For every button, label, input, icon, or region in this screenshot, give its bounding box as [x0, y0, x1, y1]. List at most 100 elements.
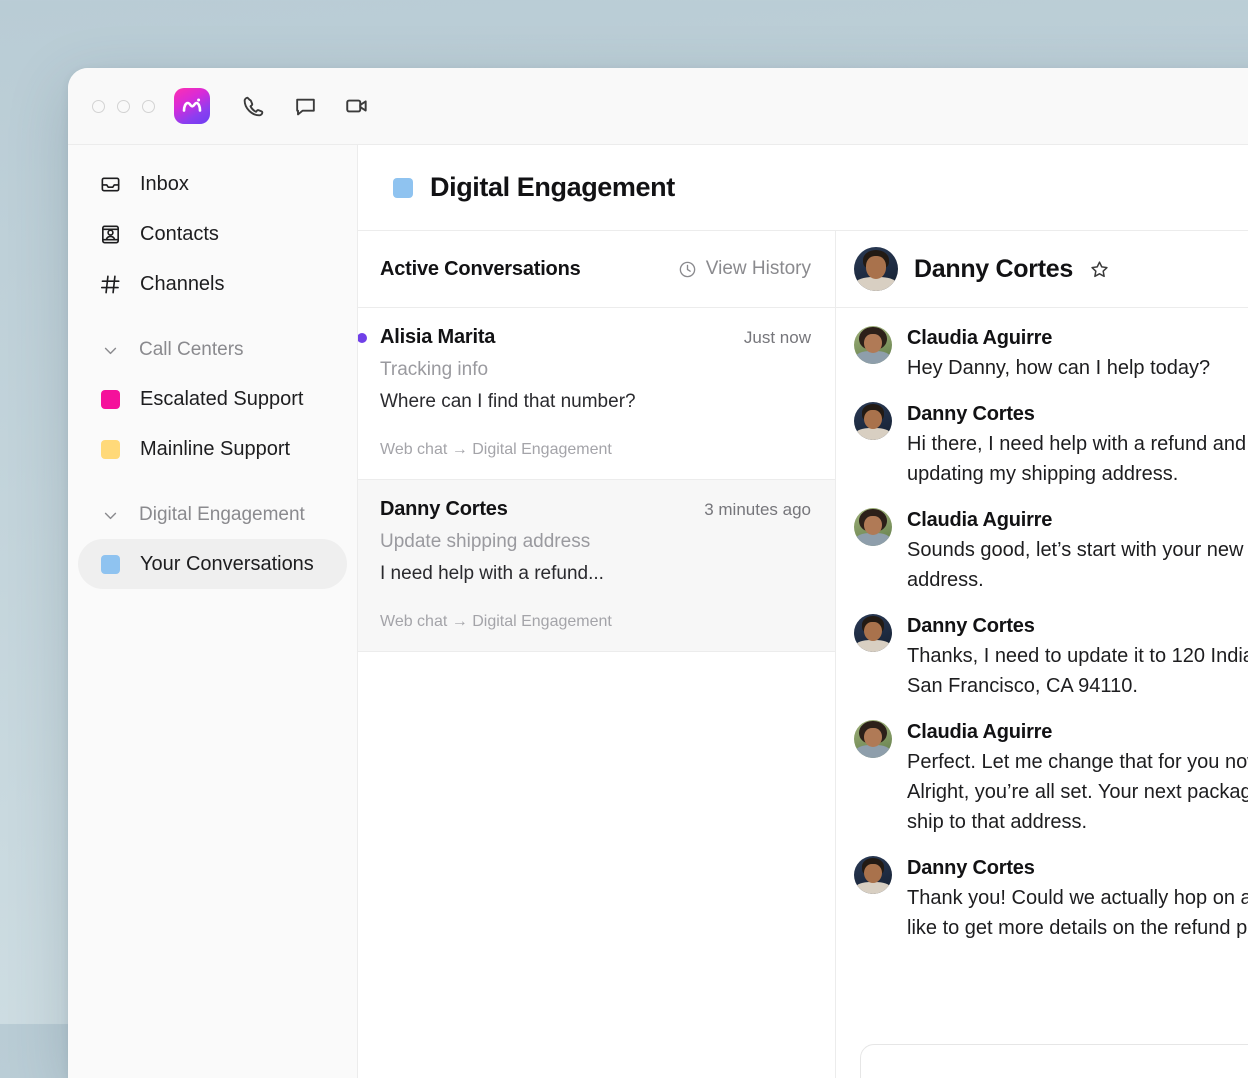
conversation-time: Just now: [743, 327, 811, 347]
messages-list: Claudia Aguirre Hey Danny, how can I hel…: [836, 308, 1248, 1044]
message-sender: Danny Cortes: [907, 615, 1035, 637]
page-color-swatch-icon: [393, 177, 413, 198]
conversations-header: Active Conversations View History: [358, 231, 835, 308]
window-controls: [92, 99, 155, 113]
hash-icon: [98, 272, 123, 297]
message-item: Claudia Aguirre Sounds good, let’s start…: [854, 508, 1248, 595]
conversation-name: Alisia Marita: [358, 326, 495, 349]
sidebar-group-label: Call Centers: [139, 339, 244, 360]
sidebar-item-label: Escalated Support: [140, 387, 304, 410]
conversation-subject: Update shipping address: [380, 531, 591, 552]
route-target: Digital Engagement: [472, 441, 612, 458]
chevron-down-icon: [98, 503, 123, 528]
conversations-list[interactable]: Alisia Marita Just now Tracking info Whe…: [358, 308, 835, 1078]
message-input[interactable]: [860, 1044, 1248, 1078]
video-icon[interactable]: [338, 87, 376, 125]
message-sender: Danny Cortes: [907, 403, 1035, 425]
message-item: Claudia Aguirre Hey Danny, how can I hel…: [854, 326, 1248, 383]
conversations-pane: Active Conversations View History Alisia…: [358, 231, 836, 1078]
panes: Active Conversations View History Alisia…: [358, 231, 1248, 1078]
sidebar-item-your-conversations[interactable]: Your Conversations: [78, 539, 347, 589]
color-swatch-icon: [98, 387, 123, 412]
page-header: Digital Engagement: [358, 145, 1248, 231]
conversation-row-top: Alisia Marita Just now: [358, 326, 811, 349]
chat-icon[interactable]: [286, 87, 324, 125]
conversation-route: Web chat → Digital Engagement: [380, 613, 811, 631]
arrow-right-icon: →: [451, 613, 468, 630]
composer-area: [836, 1044, 1248, 1078]
clock-icon: [678, 260, 697, 279]
message-item: Danny Cortes Thank you! Could we actuall…: [854, 856, 1248, 943]
sidebar-group-call-centers[interactable]: Call Centers: [78, 328, 347, 372]
sidebar-item-escalated-support[interactable]: Escalated Support: [78, 374, 347, 424]
minimize-button[interactable]: [117, 99, 130, 113]
sidebar-item-label: Contacts: [140, 222, 219, 245]
route-target: Digital Engagement: [472, 613, 612, 630]
unread-dot-icon: [358, 332, 367, 343]
conversation-preview: Where can I find that number?: [380, 391, 636, 412]
app-body: Inbox Contacts Channels Call Centers Esc…: [68, 145, 1248, 1078]
sidebar-item-contacts[interactable]: Contacts: [78, 209, 347, 259]
message-text: Hi there, I need help with a refund and …: [907, 433, 1248, 485]
avatar: [854, 326, 892, 364]
chevron-down-icon: [98, 338, 123, 363]
sidebar: Inbox Contacts Channels Call Centers Esc…: [68, 145, 358, 1078]
message-item: Danny Cortes Thanks, I need to update it…: [854, 614, 1248, 701]
conversation-row-danny-cortes[interactable]: Danny Cortes 3 minutes ago Update shippi…: [358, 480, 835, 652]
close-button[interactable]: [92, 99, 105, 113]
message-text: Thanks, I need to update it to 120 India…: [907, 645, 1248, 697]
star-icon[interactable]: [1089, 258, 1111, 280]
sidebar-item-mainline-support[interactable]: Mainline Support: [78, 424, 347, 474]
sidebar-item-label: Inbox: [140, 172, 189, 195]
conversation-row-top: Danny Cortes 3 minutes ago: [380, 498, 811, 521]
message-sender: Danny Cortes: [907, 857, 1035, 879]
message-item: Danny Cortes Hi there, I need help with …: [854, 402, 1248, 489]
sidebar-item-label: Channels: [140, 272, 225, 295]
conversation-time: 3 minutes ago: [704, 500, 811, 519]
contacts-icon: [98, 222, 123, 247]
message-text: Hey Danny, how can I help today?: [907, 357, 1211, 379]
phone-icon[interactable]: [234, 87, 272, 125]
chat-pane: Danny Cortes Claudia Aguirre Hey Danny, …: [836, 231, 1248, 1078]
arrow-right-icon: →: [451, 441, 468, 458]
page-title: Digital Engagement: [430, 172, 675, 202]
maximize-button[interactable]: [142, 99, 155, 113]
avatar: [854, 402, 892, 440]
inbox-icon: [98, 172, 123, 197]
chat-contact-name: Danny Cortes: [914, 254, 1073, 283]
message-text: Thank you! Could we actually hop on a ca…: [907, 887, 1248, 939]
avatar: [854, 720, 892, 758]
conversations-title: Active Conversations: [380, 257, 581, 280]
conversation-row-alisia-marita[interactable]: Alisia Marita Just now Tracking info Whe…: [358, 308, 835, 480]
color-swatch-icon: [98, 552, 123, 577]
view-history-label: View History: [705, 258, 811, 279]
sidebar-group-digital-engagement[interactable]: Digital Engagement: [78, 493, 347, 537]
conversation-name: Danny Cortes: [380, 498, 508, 520]
avatar: [854, 614, 892, 652]
avatar: [854, 247, 898, 291]
route-source: Web chat: [380, 441, 448, 458]
sidebar-item-label: Mainline Support: [140, 437, 291, 460]
avatar: [854, 856, 892, 894]
app-logo-icon[interactable]: [174, 88, 210, 124]
sidebar-item-label: Your Conversations: [140, 552, 314, 575]
conversation-subject: Tracking info: [380, 359, 489, 380]
view-history-button[interactable]: View History: [678, 258, 811, 280]
message-sender: Claudia Aguirre: [907, 721, 1053, 743]
message-item: Claudia Aguirre Perfect. Let me change t…: [854, 720, 1248, 837]
conversation-route: Web chat → Digital Engagement: [380, 441, 811, 459]
message-sender: Claudia Aguirre: [907, 327, 1053, 349]
sidebar-item-inbox[interactable]: Inbox: [78, 159, 347, 209]
message-text: Sounds good, let’s start with your new s…: [907, 539, 1248, 591]
chat-header: Danny Cortes: [836, 231, 1248, 308]
main-content: Digital Engagement Active Conversations: [358, 145, 1248, 1078]
route-source: Web chat: [380, 613, 448, 630]
app-window: Inbox Contacts Channels Call Centers Esc…: [68, 68, 1248, 1078]
avatar: [854, 508, 892, 546]
color-swatch-icon: [98, 437, 123, 462]
message-sender: Claudia Aguirre: [907, 509, 1053, 531]
message-text: Perfect. Let me change that for you now.…: [907, 751, 1248, 833]
sidebar-item-channels[interactable]: Channels: [78, 259, 347, 309]
sidebar-group-label: Digital Engagement: [139, 504, 305, 525]
title-bar: [68, 68, 1248, 145]
